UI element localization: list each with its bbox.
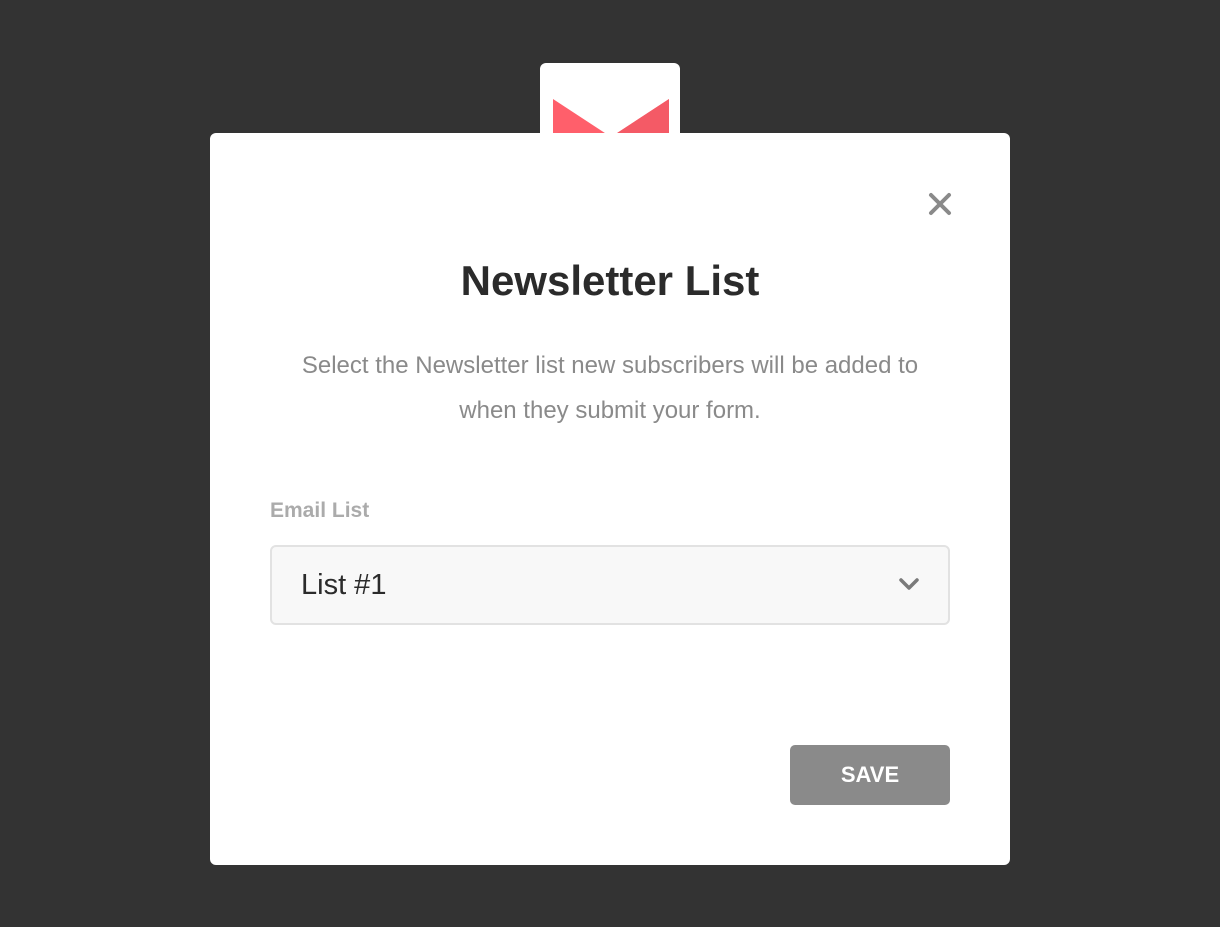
save-button[interactable]: SAVE [790,745,950,805]
email-list-label: Email List [270,499,370,522]
email-list-select[interactable]: List #1 [270,545,950,625]
newsletter-list-modal: Newsletter List Select the Newsletter li… [210,133,1010,865]
modal-description: Select the Newsletter list new subscribe… [301,352,919,424]
modal-title: Newsletter List [460,257,760,304]
email-list-selected-value: List #1 [301,569,387,601]
close-icon [929,193,951,215]
chevron-down-icon [899,578,919,590]
close-button[interactable] [926,190,954,218]
